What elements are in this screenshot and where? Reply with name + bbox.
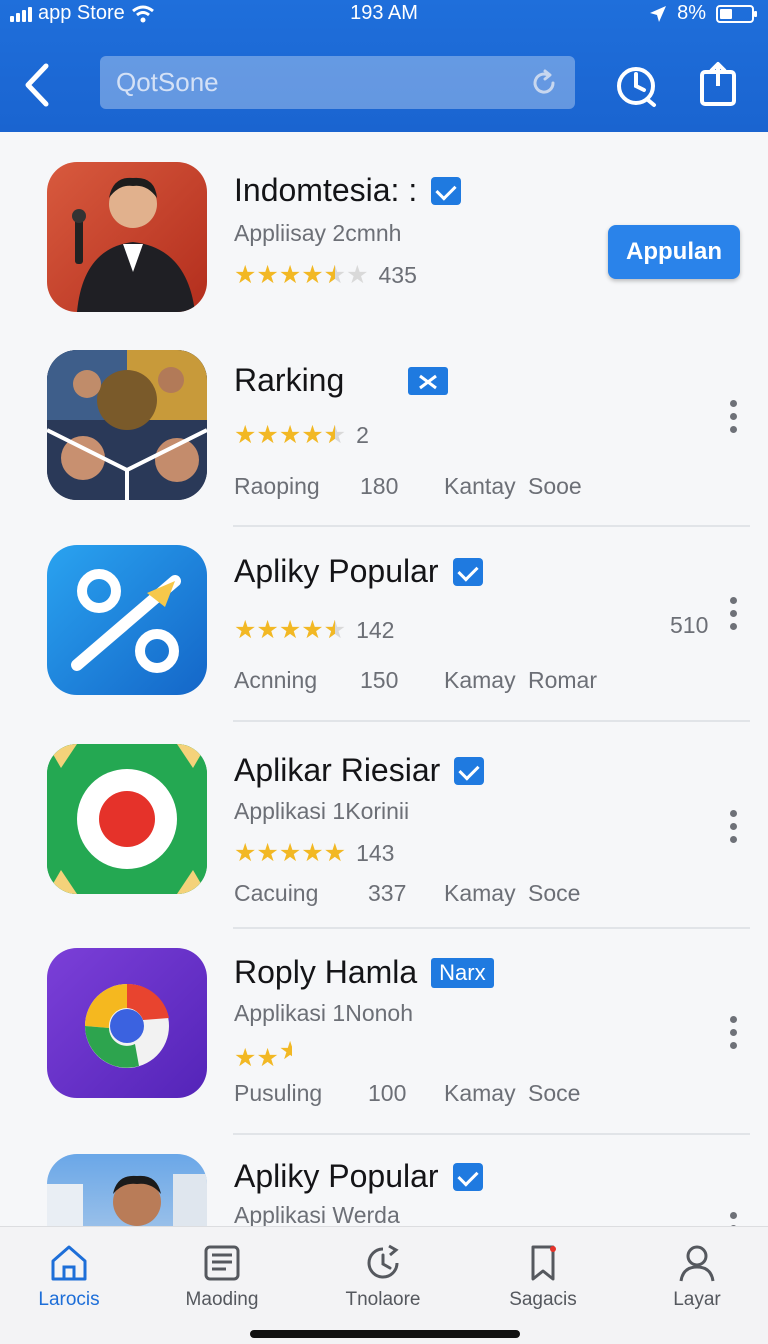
star-rating-icon: ★★★★★★ [234, 421, 347, 449]
search-input[interactable] [116, 67, 496, 98]
app-meta: Pusuling 100 Kamay Soce [234, 1080, 581, 1106]
document-icon [204, 1245, 240, 1281]
app-rating: ★★★★★★ 142 [234, 615, 394, 645]
app-rating: ★★★ [234, 1036, 302, 1073]
list-item[interactable]: Indomtesia: : Appliisay 2cmnh ★★★★★★★ 43… [0, 132, 768, 332]
rating-count: 2 [356, 421, 369, 448]
list-item[interactable]: Apliky Popular Applikasi Werda [0, 1134, 768, 1226]
tab-label: Layar [673, 1289, 721, 1310]
rating-count: 435 [378, 261, 417, 288]
app-title: Apliky Popular [234, 1158, 483, 1195]
verified-check-icon [454, 756, 485, 785]
tab-reading[interactable]: Maoding [157, 1243, 287, 1311]
verified-check-icon [452, 557, 483, 586]
app-title: Indomtesia: : [234, 172, 462, 209]
share-button[interactable] [694, 60, 742, 108]
more-options-icon[interactable] [724, 1016, 742, 1056]
star-rating-icon: ★★★★★★ [234, 616, 347, 644]
refresh-icon[interactable] [529, 68, 559, 98]
tab-saved[interactable]: Sagacis [478, 1243, 608, 1311]
search-bar[interactable] [100, 56, 575, 109]
app-subtitle: Appliisay 2cmnh [234, 220, 402, 246]
more-options-icon[interactable] [724, 400, 742, 440]
app-title: Roply Hamla Narx [234, 954, 494, 991]
tab-profile[interactable]: Layar [632, 1243, 762, 1311]
list-item[interactable]: Aplikar Riesiar Applikasi 1Korinii ★★★★★… [0, 722, 768, 929]
tab-history[interactable]: Tnolaore [318, 1243, 448, 1311]
chevron-left-icon [25, 63, 49, 107]
list-item[interactable]: Apliky Popular ★★★★★★ 142 510 Acnning150… [0, 527, 768, 722]
app-subtitle: Applikasi Werda [234, 1202, 400, 1226]
tab-label: Sagacis [509, 1289, 577, 1310]
app-icon-presenter [47, 162, 207, 312]
app-title: Aplikar Riesiar [234, 752, 485, 789]
more-options-icon[interactable] [724, 597, 742, 637]
verified-check-icon [452, 1162, 483, 1191]
app-subtitle: Applikasi 1Nonoh [234, 1000, 414, 1026]
tab-label: Maoding [185, 1289, 259, 1310]
bookmark-icon [531, 1245, 556, 1281]
tab-home[interactable]: Larocis [4, 1243, 134, 1311]
bottom-tab-bar: Larocis Maoding Tnolaore Sagacis Layar [0, 1226, 768, 1344]
history-icon [367, 1244, 399, 1279]
app-rating: ★★★★★ 143 [234, 838, 394, 868]
app-list: Indomtesia: : Appliisay 2cmnh ★★★★★★★ 43… [0, 132, 768, 1226]
person-icon [679, 1245, 715, 1282]
app-icon-browser [47, 948, 207, 1098]
star-rating-icon: ★★★★★★★ [234, 261, 369, 289]
status-bar: app Store 193 AM 8% [0, 0, 768, 28]
app-header: app Store 193 AM 8% [0, 0, 768, 132]
app-size-value: 510 [670, 612, 709, 638]
app-rating: ★★★★★★ 2 [234, 420, 369, 450]
tab-label: Tnolaore [345, 1289, 421, 1310]
app-title: Apliky Popular [234, 553, 483, 590]
timer-button[interactable] [612, 60, 660, 108]
get-app-button[interactable]: Appulan [608, 225, 740, 279]
app-icon-record [47, 744, 207, 894]
close-tag-icon [408, 366, 449, 395]
list-item[interactable]: Roply Hamla Narx Applikasi 1Nonoh ★★★ Pus… [0, 928, 768, 1135]
app-icon-portrait [47, 1154, 207, 1226]
tab-label: Larocis [38, 1289, 100, 1310]
star-rating-icon: ★★★ [234, 1037, 292, 1072]
app-subtitle: Applikasi 1Korinii [234, 798, 410, 824]
app-title: Rarking [234, 362, 449, 399]
app-icon-collage [47, 350, 207, 500]
list-item[interactable]: Rarking ★★★★★★ 2 Raoping180KantaySooe [0, 332, 768, 527]
app-icon-percent [47, 545, 207, 695]
app-rating: ★★★★★★★ 435 [234, 260, 417, 290]
home-indicator[interactable] [250, 1330, 520, 1338]
app-meta: Raoping 180 Kantay Sooe [234, 473, 582, 499]
home-icon [51, 1245, 87, 1281]
app-tag: Narx [431, 957, 494, 988]
star-rating-icon: ★★★★★ [234, 839, 347, 867]
rating-count: 142 [356, 616, 395, 643]
power-clock-icon [617, 67, 656, 107]
back-button[interactable] [18, 60, 58, 110]
share-icon [700, 62, 736, 106]
more-options-icon[interactable] [724, 810, 742, 850]
verified-check-icon [431, 176, 462, 205]
location-arrow-icon [650, 5, 667, 22]
app-meta: Acnning 150 Kamay Romar [234, 667, 598, 693]
rating-count: 143 [356, 839, 395, 866]
battery-icon [716, 4, 757, 23]
battery-percent: 8% [677, 2, 706, 24]
app-meta: Cacuing 337 Kamay Soce [234, 880, 581, 906]
more-options-icon[interactable] [724, 1212, 742, 1226]
